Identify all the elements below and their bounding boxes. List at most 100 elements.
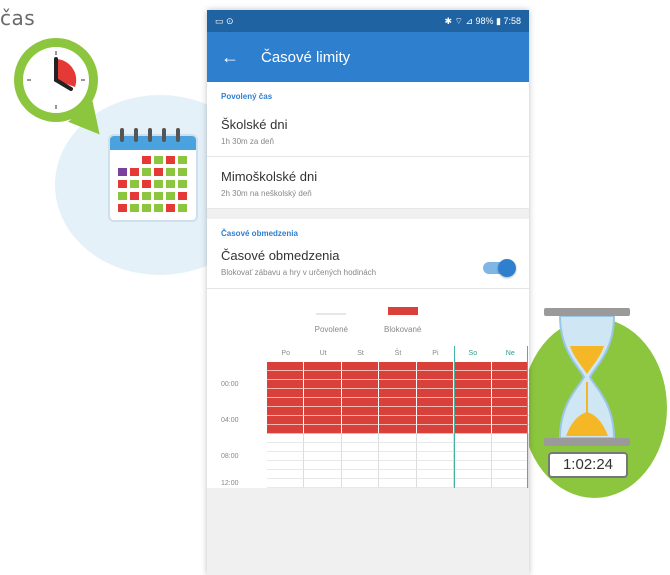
schedule-cell[interactable] — [416, 443, 455, 452]
schedule-cell[interactable] — [304, 470, 342, 479]
schedule-cell[interactable] — [304, 407, 342, 416]
schedule-cell[interactable] — [454, 479, 492, 488]
schedule-cell[interactable] — [416, 470, 455, 479]
schedule-cell[interactable] — [379, 398, 417, 407]
schedule-cell[interactable] — [379, 470, 417, 479]
schedule-cell[interactable] — [454, 461, 492, 470]
schedule-cell[interactable] — [267, 371, 305, 380]
schedule-cell[interactable] — [379, 461, 417, 470]
schedule-cell[interactable] — [267, 398, 305, 407]
schedule-cell[interactable] — [454, 407, 492, 416]
schedule-cell[interactable] — [491, 479, 529, 488]
schedule-cell[interactable] — [491, 407, 529, 416]
schedule-cell[interactable] — [304, 362, 342, 371]
schedule-cell[interactable] — [454, 425, 492, 434]
schedule-cell[interactable] — [454, 434, 492, 443]
schedule-cell[interactable] — [454, 389, 492, 398]
schedule-cell[interactable] — [491, 452, 529, 461]
schedule-cell[interactable] — [454, 398, 492, 407]
schedule-cell[interactable] — [341, 425, 380, 434]
schedule-cell[interactable] — [304, 389, 342, 398]
schedule-cell[interactable] — [491, 461, 529, 470]
schedule-cell[interactable] — [379, 479, 417, 488]
schedule-cell[interactable] — [304, 461, 342, 470]
restrictions-switch[interactable] — [483, 259, 516, 277]
schedule-cell[interactable] — [341, 380, 380, 389]
schedule-cell[interactable] — [379, 371, 417, 380]
schedule-cell[interactable] — [341, 479, 380, 488]
schedule-cell[interactable] — [267, 362, 305, 371]
schedule-cell[interactable] — [379, 362, 417, 371]
schedule-cell[interactable] — [304, 452, 342, 461]
schedule-cell[interactable] — [491, 443, 529, 452]
schedule-cell[interactable] — [341, 398, 380, 407]
schedule-cell[interactable] — [491, 425, 529, 434]
schedule-cell[interactable] — [379, 434, 417, 443]
schedule-cell[interactable] — [267, 416, 305, 425]
schedule-cell[interactable] — [304, 416, 342, 425]
schedule-cell[interactable] — [416, 461, 455, 470]
schedule-cell[interactable] — [341, 470, 380, 479]
schedule-cell[interactable] — [267, 380, 305, 389]
schedule-cell[interactable] — [416, 362, 455, 371]
schedule-cell[interactable] — [454, 470, 492, 479]
school-days-row[interactable]: Školské dni 1h 30m za deň — [207, 105, 529, 157]
restrictions-toggle-row[interactable]: Časové obmedzenia Blokovať zábavu a hry … — [207, 242, 529, 289]
schedule-cell[interactable] — [267, 470, 305, 479]
schedule-cell[interactable] — [267, 452, 305, 461]
schedule-cell[interactable] — [416, 398, 455, 407]
schedule-cell[interactable] — [416, 416, 455, 425]
schedule-cell[interactable] — [416, 452, 455, 461]
schedule-cell[interactable] — [341, 434, 380, 443]
schedule-cell[interactable] — [454, 371, 492, 380]
schedule-cell[interactable] — [341, 461, 380, 470]
schedule-cell[interactable] — [416, 434, 455, 443]
schedule-cell[interactable] — [304, 443, 342, 452]
schedule-cell[interactable] — [267, 389, 305, 398]
schedule-cell[interactable] — [341, 362, 380, 371]
schedule-cell[interactable] — [379, 380, 417, 389]
schedule-cell[interactable] — [379, 389, 417, 398]
schedule-cell[interactable] — [416, 479, 455, 488]
schedule-cell[interactable] — [267, 407, 305, 416]
schedule-cell[interactable] — [304, 434, 342, 443]
schedule-cell[interactable] — [491, 434, 529, 443]
non-school-days-row[interactable]: Mimoškolské dni 2h 30m na neškolský deň — [207, 157, 529, 209]
schedule-cell[interactable] — [416, 380, 455, 389]
schedule-cell[interactable] — [341, 452, 380, 461]
schedule-grid[interactable]: Po Ut St Št Pi So Ne 00:00 04:00 08:00 12:00 — [221, 346, 529, 488]
schedule-cell[interactable] — [304, 425, 342, 434]
schedule-cell[interactable] — [267, 425, 305, 434]
schedule-cell[interactable] — [304, 380, 342, 389]
schedule-cell[interactable] — [491, 380, 529, 389]
schedule-cell[interactable] — [491, 362, 529, 371]
schedule-cell[interactable] — [454, 452, 492, 461]
schedule-cell[interactable] — [454, 380, 492, 389]
schedule-cell[interactable] — [379, 416, 417, 425]
arrow-left-icon[interactable]: ← — [221, 47, 239, 68]
schedule-cell[interactable] — [491, 371, 529, 380]
schedule-cell[interactable] — [454, 443, 492, 452]
schedule-cell[interactable] — [267, 479, 305, 488]
schedule-cell[interactable] — [416, 371, 455, 380]
schedule-cell[interactable] — [454, 416, 492, 425]
schedule-cell[interactable] — [379, 425, 417, 434]
schedule-grid-body[interactable]: 00:00 04:00 08:00 12:00 — [221, 346, 529, 488]
schedule-cell[interactable] — [491, 416, 529, 425]
schedule-cell[interactable] — [304, 479, 342, 488]
schedule-cell[interactable] — [491, 389, 529, 398]
schedule-cell[interactable] — [267, 434, 305, 443]
schedule-cell[interactable] — [379, 443, 417, 452]
schedule-cell[interactable] — [341, 443, 380, 452]
schedule-cell[interactable] — [341, 416, 380, 425]
schedule-cell[interactable] — [267, 443, 305, 452]
schedule-cell[interactable] — [379, 407, 417, 416]
schedule-cell[interactable] — [304, 371, 342, 380]
schedule-cell[interactable] — [341, 389, 380, 398]
schedule-cell[interactable] — [491, 470, 529, 479]
schedule-cell[interactable] — [491, 398, 529, 407]
schedule-cell[interactable] — [304, 398, 342, 407]
schedule-cell[interactable] — [341, 407, 380, 416]
schedule-cell[interactable] — [267, 461, 305, 470]
schedule-cell[interactable] — [454, 362, 492, 371]
